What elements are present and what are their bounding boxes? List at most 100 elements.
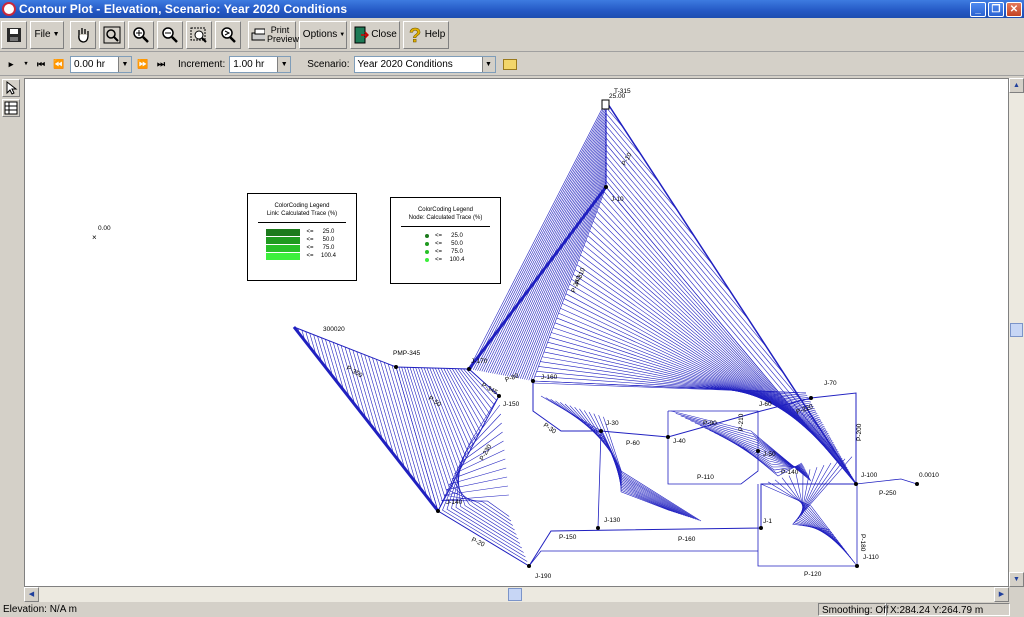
link-color-legend: ColorCoding Legend Link: Calculated Trac… bbox=[247, 193, 357, 281]
app-icon bbox=[2, 2, 16, 16]
increment-select[interactable]: 1.00 hr ▼ bbox=[229, 55, 292, 73]
contour-line bbox=[542, 356, 813, 405]
legend-value: 25.0 bbox=[451, 233, 463, 239]
legend-value: 100.4 bbox=[449, 257, 465, 263]
legend-row: <= 75.0 bbox=[391, 248, 500, 256]
pan-button[interactable] bbox=[70, 20, 96, 49]
contour-line bbox=[360, 353, 389, 448]
chevron-down-icon: ▼ bbox=[118, 56, 131, 72]
print-preview-button[interactable]: Print Preview bbox=[248, 20, 299, 49]
junction-node bbox=[809, 396, 813, 400]
junction-node bbox=[531, 379, 535, 383]
legend-row: <= 25.0 bbox=[248, 228, 356, 236]
contour-line bbox=[571, 278, 833, 442]
zoom-extents-button[interactable] bbox=[99, 20, 125, 49]
contour-line bbox=[545, 346, 815, 410]
contour-line bbox=[490, 129, 607, 374]
file-menu-button[interactable]: File ▼ bbox=[30, 20, 64, 49]
zoom-out-button[interactable] bbox=[157, 20, 183, 49]
contour-plot-canvas[interactable]: × T-315 25.00 300020 PMP-345 J-10 J-170 J-150 J… bbox=[24, 78, 1009, 587]
contour-line bbox=[483, 120, 607, 372]
contour-line bbox=[511, 158, 607, 378]
legend-operator: <= bbox=[434, 257, 442, 263]
options-menu-button[interactable]: Options ▼ bbox=[299, 20, 347, 49]
restore-button[interactable]: ❐ bbox=[988, 1, 1004, 17]
previous-step-button[interactable]: ⏪ bbox=[52, 56, 66, 72]
contour-line bbox=[494, 135, 607, 374]
vertical-scrollbar[interactable]: ▲ ▼ bbox=[1009, 78, 1024, 587]
legend-operator: <= bbox=[306, 253, 314, 259]
contour-line bbox=[540, 395, 702, 522]
legend-row: <= 75.0 bbox=[248, 244, 356, 252]
scenario-select[interactable]: Year 2020 Conditions ▼ bbox=[353, 55, 496, 73]
horizontal-scrollbar[interactable]: ◀ ▶ bbox=[24, 587, 1009, 602]
close-window-button[interactable]: ✕ bbox=[1006, 1, 1022, 17]
contour-line bbox=[356, 351, 383, 441]
contour-line bbox=[605, 174, 821, 430]
scroll-left-button[interactable]: ◀ bbox=[24, 587, 39, 602]
legend-dot bbox=[424, 258, 429, 262]
horizontal-scroll-thumb[interactable] bbox=[508, 588, 522, 601]
folder-icon[interactable] bbox=[502, 58, 517, 70]
left-toolbar bbox=[0, 77, 22, 602]
legend-value: 50.0 bbox=[322, 237, 335, 243]
vertical-scroll-thumb[interactable] bbox=[1010, 323, 1023, 337]
junction-node bbox=[854, 482, 858, 486]
next-step-button[interactable]: ⏩ bbox=[136, 56, 150, 72]
play-options-arrow[interactable]: ▾ bbox=[22, 56, 30, 72]
last-step-button[interactable]: ⏭ bbox=[154, 56, 168, 72]
close-button[interactable]: Close bbox=[350, 20, 400, 49]
minimize-button[interactable]: _ bbox=[970, 1, 986, 17]
chevron-down-icon: ▼ bbox=[481, 56, 495, 72]
pipe-label-p230: P-230 bbox=[479, 443, 494, 462]
legend-value: 25.0 bbox=[322, 229, 335, 235]
pipe-label-p10: P-10 bbox=[621, 151, 634, 167]
table-icon bbox=[4, 101, 18, 115]
save-icon bbox=[7, 27, 21, 42]
pipe-outline bbox=[437, 483, 856, 567]
node-label-j160: J-160 bbox=[541, 374, 558, 381]
table-tool-button[interactable] bbox=[2, 99, 20, 117]
node-label-nr: 0.0010 bbox=[919, 472, 939, 479]
scroll-down-button[interactable]: ▼ bbox=[1009, 572, 1024, 587]
contour-line bbox=[509, 155, 607, 377]
contour-line bbox=[593, 413, 675, 513]
first-step-button[interactable]: ⏮ bbox=[34, 56, 48, 72]
contour-line bbox=[560, 402, 692, 519]
play-button[interactable]: ▸ bbox=[4, 56, 18, 72]
node-label-j150: J-150 bbox=[503, 401, 520, 408]
node-label-j100: J-100 bbox=[861, 472, 878, 479]
scroll-right-button[interactable]: ▶ bbox=[994, 587, 1009, 602]
contour-line bbox=[517, 166, 607, 379]
legend-title: ColorCoding Legend bbox=[274, 203, 330, 209]
zoom-window-button[interactable] bbox=[186, 20, 212, 49]
junction-node bbox=[527, 564, 531, 568]
legend-value: 75.0 bbox=[322, 245, 335, 251]
contour-line bbox=[551, 332, 819, 417]
pipe-label-p140: P-140 bbox=[781, 469, 799, 476]
options-label: Options bbox=[302, 28, 338, 40]
save-button[interactable] bbox=[1, 20, 27, 49]
time-select[interactable]: 0.00 hr ▼ bbox=[70, 55, 132, 73]
help-button[interactable]: ? Help bbox=[403, 20, 449, 49]
zoom-previous-button[interactable] bbox=[215, 20, 241, 49]
node-label-j130: J-130 bbox=[604, 517, 621, 524]
node-label-j30: J-30 bbox=[606, 420, 619, 427]
scroll-up-button[interactable]: ▲ bbox=[1009, 78, 1024, 93]
select-tool-button[interactable] bbox=[2, 79, 20, 97]
status-bar: Elevation: N/A m Smoothing: Off X:284.24… bbox=[0, 602, 1024, 617]
scenario-value: Year 2020 Conditions bbox=[357, 58, 453, 70]
zoom-in-button[interactable] bbox=[128, 20, 154, 49]
legend-subtitle: Node: Calculated Trace (%) bbox=[408, 215, 483, 221]
legend-dot bbox=[424, 242, 429, 246]
legend-swatch bbox=[266, 236, 301, 244]
contour-line bbox=[426, 367, 465, 463]
legend-row: <= 50.0 bbox=[391, 240, 500, 248]
legend-operator: <= bbox=[434, 241, 442, 247]
time-value: 0.00 hr bbox=[74, 58, 106, 70]
contour-line bbox=[451, 422, 524, 553]
help-question-icon: ? bbox=[408, 25, 421, 45]
pointer-arrow-icon bbox=[6, 80, 18, 95]
contour-line bbox=[352, 349, 378, 434]
contour-line bbox=[380, 360, 417, 483]
